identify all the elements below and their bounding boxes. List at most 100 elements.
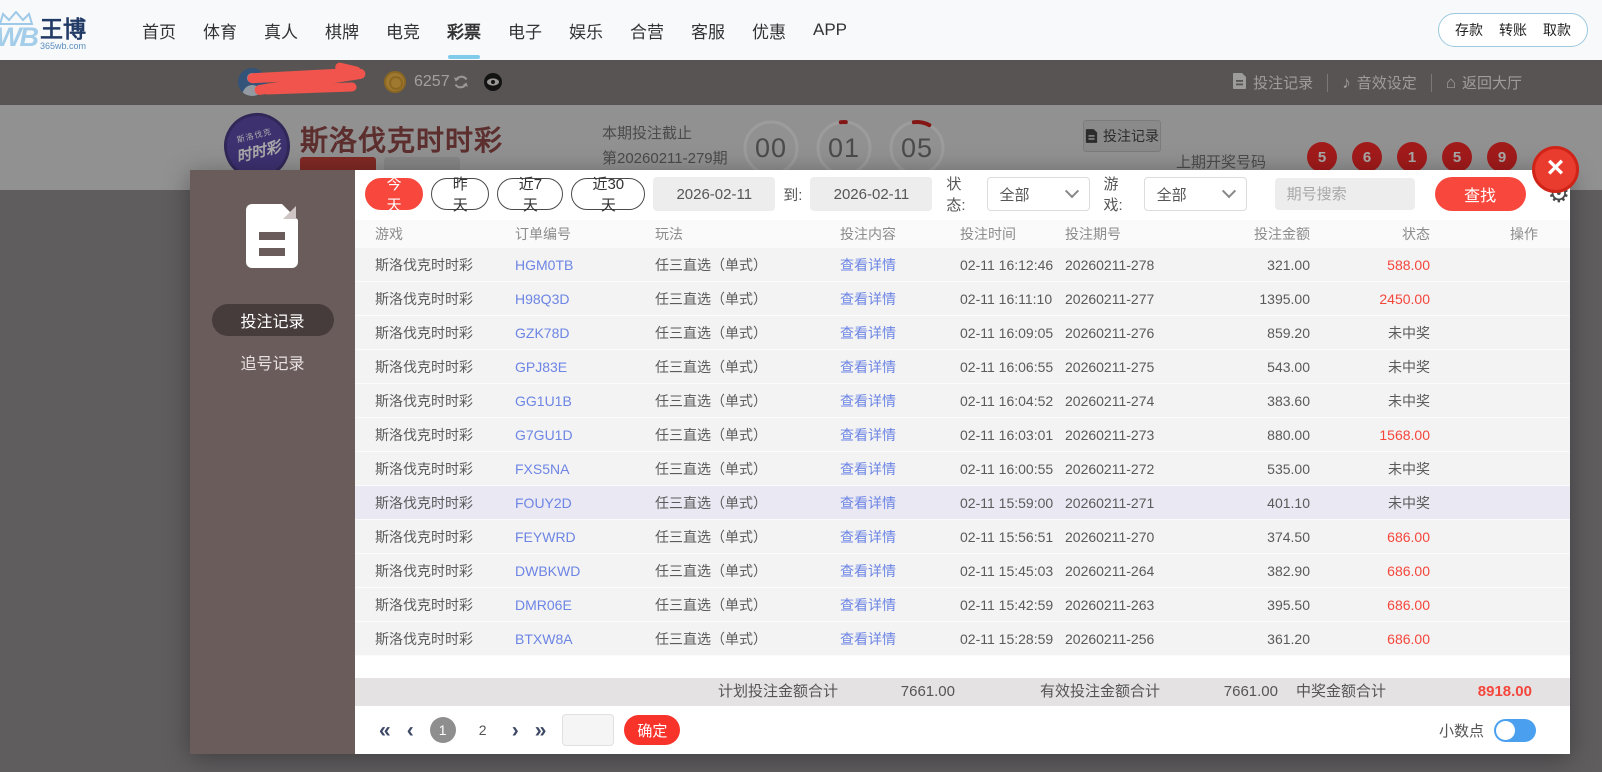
sidebar-item-chase-records[interactable]: 追号记录: [212, 346, 334, 378]
table-row[interactable]: 斯洛伐克时时彩 GG1U1B 任三直选（单式） 查看详情 02-11 16:04:52 2…: [355, 384, 1570, 418]
table-row[interactable]: 斯洛伐克时时彩 H98Q3D 任三直选（单式） 查看详情 02-11 16:11:10 2…: [355, 282, 1570, 316]
decimal-label: 小数点: [1438, 722, 1484, 740]
prev-page-icon[interactable]: ‹: [407, 720, 414, 741]
table-row[interactable]: 斯洛伐克时时彩 GPJ83E 任三直选（单式） 查看详情 02-11 16:06:55 2…: [355, 350, 1570, 384]
cell-status: 未中奖: [1388, 392, 1430, 409]
detail-link[interactable]: 查看详情: [840, 391, 960, 411]
modal-content: 今天 昨天 近7天 近30天 到: 状态: 全部 游戏: 全部 查找: [355, 170, 1570, 754]
first-page-icon[interactable]: «: [379, 720, 391, 741]
nav-item[interactable]: 电子: [508, 18, 542, 43]
game-select[interactable]: 全部: [1143, 177, 1247, 211]
table-row[interactable]: 斯洛伐克时时彩 FXS5NA 任三直选（单式） 查看详情 02-11 16:00:55 2…: [355, 452, 1570, 486]
order-id-link[interactable]: DWBKWD: [515, 563, 655, 579]
bet-records-modal: 投注记录 追号记录 今天 昨天 近7天 近30天 到: 状态: 全部 游戏: 全…: [190, 170, 1570, 754]
next-page-icon[interactable]: ›: [512, 720, 519, 741]
order-id-link[interactable]: GG1U1B: [515, 393, 655, 409]
game-label: 游戏:: [1103, 176, 1123, 214]
detail-link[interactable]: 查看详情: [840, 595, 960, 615]
nav-item[interactable]: 棋牌: [325, 18, 359, 43]
summary-bar: 计划投注金额合计 7661.00 有效投注金额合计 7661.00 中奖金额合计…: [355, 678, 1570, 706]
detail-link[interactable]: 查看详情: [840, 357, 960, 377]
order-id-link[interactable]: FEYWRD: [515, 529, 655, 545]
table-row[interactable]: 斯洛伐克时时彩 FOUY2D 任三直选（单式） 查看详情 02-11 15:59:00 2…: [355, 486, 1570, 520]
wallet-action[interactable]: 存款: [1455, 20, 1483, 40]
cell-amount: 321.00: [1267, 256, 1310, 273]
page-number[interactable]: 2: [470, 717, 496, 743]
cell-play: 任三直选（单式）: [655, 460, 767, 477]
nav-item[interactable]: 体育: [203, 18, 237, 43]
order-id-link[interactable]: H98Q3D: [515, 291, 655, 307]
table-row[interactable]: 斯洛伐克时时彩 BTXW8A 任三直选（单式） 查看详情 02-11 15:28:59 2…: [355, 622, 1570, 656]
nav-item[interactable]: 优惠: [752, 18, 786, 43]
decimal-toggle[interactable]: [1494, 718, 1536, 742]
detail-link[interactable]: 查看详情: [840, 493, 960, 513]
nav-item[interactable]: 首页: [142, 18, 176, 43]
cell-period: 20260211-276: [1065, 324, 1155, 341]
win-total-label: 中奖金额合计: [1296, 683, 1387, 700]
nav-item[interactable]: 客服: [691, 18, 725, 43]
date-to-input[interactable]: [810, 177, 933, 211]
period-search-input[interactable]: [1274, 178, 1415, 210]
modal-close-button[interactable]: ×: [1532, 146, 1579, 193]
cell-amount: 382.90: [1267, 562, 1310, 579]
page-numbers: 12: [429, 717, 496, 743]
detail-link[interactable]: 查看详情: [840, 289, 960, 309]
nav-item[interactable]: 真人: [264, 18, 298, 43]
records-doc-icon: [246, 203, 299, 268]
column-header: 游戏: [375, 226, 403, 242]
cell-play: 任三直选（单式）: [655, 494, 767, 511]
nav-item[interactable]: APP: [813, 20, 847, 40]
last-page-icon[interactable]: »: [535, 720, 547, 741]
cell-play: 任三直选（单式）: [655, 630, 767, 647]
wallet-action[interactable]: 转账: [1499, 20, 1527, 40]
detail-link[interactable]: 查看详情: [840, 561, 960, 581]
nav-item[interactable]: 娱乐: [569, 18, 603, 43]
date-from-input[interactable]: [653, 177, 776, 211]
detail-link[interactable]: 查看详情: [840, 459, 960, 479]
order-id-link[interactable]: G7GU1D: [515, 427, 655, 443]
logo-mark-text: WB: [0, 22, 39, 52]
cell-game: 斯洛伐克时时彩: [375, 256, 473, 273]
search-button[interactable]: 查找: [1434, 177, 1526, 211]
quick-filter-30days[interactable]: 近30天: [571, 176, 646, 214]
nav-item[interactable]: 电竞: [386, 18, 420, 43]
order-id-link[interactable]: FXS5NA: [515, 461, 655, 477]
order-id-link[interactable]: DMR06E: [515, 597, 655, 613]
cell-status: 686.00: [1387, 562, 1430, 579]
order-id-link[interactable]: GZK78D: [515, 325, 655, 341]
table-row[interactable]: 斯洛伐克时时彩 HGM0TB 任三直选（单式） 查看详情 02-11 16:12:46 2…: [355, 248, 1570, 282]
page-number[interactable]: 1: [429, 717, 456, 743]
page-jump-input[interactable]: [562, 714, 615, 746]
cell-game: 斯洛伐克时时彩: [375, 460, 473, 477]
table-row[interactable]: 斯洛伐克时时彩 DMR06E 任三直选（单式） 查看详情 02-11 15:42:59 2…: [355, 588, 1570, 622]
filter-bar: 今天 昨天 近7天 近30天 到: 状态: 全部 游戏: 全部 查找: [355, 170, 1570, 218]
game-select-value: 全部: [1156, 186, 1187, 204]
sidebar-item-bet-records[interactable]: 投注记录: [211, 304, 334, 336]
order-id-link[interactable]: HGM0TB: [515, 257, 655, 273]
cell-amount: 401.10: [1267, 494, 1310, 511]
site-logo[interactable]: WB 王博 365wb.com: [0, 3, 132, 57]
order-id-link[interactable]: FOUY2D: [515, 495, 655, 511]
detail-link[interactable]: 查看详情: [840, 323, 960, 343]
detail-link[interactable]: 查看详情: [840, 255, 960, 275]
quick-filter-7days[interactable]: 近7天: [497, 176, 564, 214]
table-row[interactable]: 斯洛伐克时时彩 GZK78D 任三直选（单式） 查看详情 02-11 16:09:05 2…: [355, 316, 1570, 350]
table-body: 斯洛伐克时时彩 HGM0TB 任三直选（单式） 查看详情 02-11 16:12:46 2…: [355, 248, 1570, 656]
detail-link[interactable]: 查看详情: [840, 527, 960, 547]
order-id-link[interactable]: BTXW8A: [515, 631, 655, 647]
table-row[interactable]: 斯洛伐克时时彩 G7GU1D 任三直选（单式） 查看详情 02-11 16:03:01 2…: [355, 418, 1570, 452]
table-row[interactable]: 斯洛伐克时时彩 FEYWRD 任三直选（单式） 查看详情 02-11 15:56:51 2…: [355, 520, 1570, 554]
status-select[interactable]: 全部: [986, 177, 1090, 211]
table-row[interactable]: 斯洛伐克时时彩 DWBKWD 任三直选（单式） 查看详情 02-11 15:45:03 2…: [355, 554, 1570, 588]
nav-item[interactable]: 合营: [630, 18, 664, 43]
detail-link[interactable]: 查看详情: [840, 425, 960, 445]
detail-link[interactable]: 查看详情: [840, 629, 960, 649]
quick-filter-yesterday[interactable]: 昨天: [431, 176, 490, 214]
cell-time: 02-11 16:09:05: [960, 324, 1054, 341]
order-id-link[interactable]: GPJ83E: [515, 359, 655, 375]
page-confirm-button[interactable]: 确定: [624, 715, 681, 745]
quick-filter-today[interactable]: 今天: [365, 176, 424, 214]
cell-game: 斯洛伐克时时彩: [375, 392, 473, 409]
wallet-action[interactable]: 取款: [1543, 20, 1571, 40]
nav-item[interactable]: 彩票: [447, 18, 481, 43]
